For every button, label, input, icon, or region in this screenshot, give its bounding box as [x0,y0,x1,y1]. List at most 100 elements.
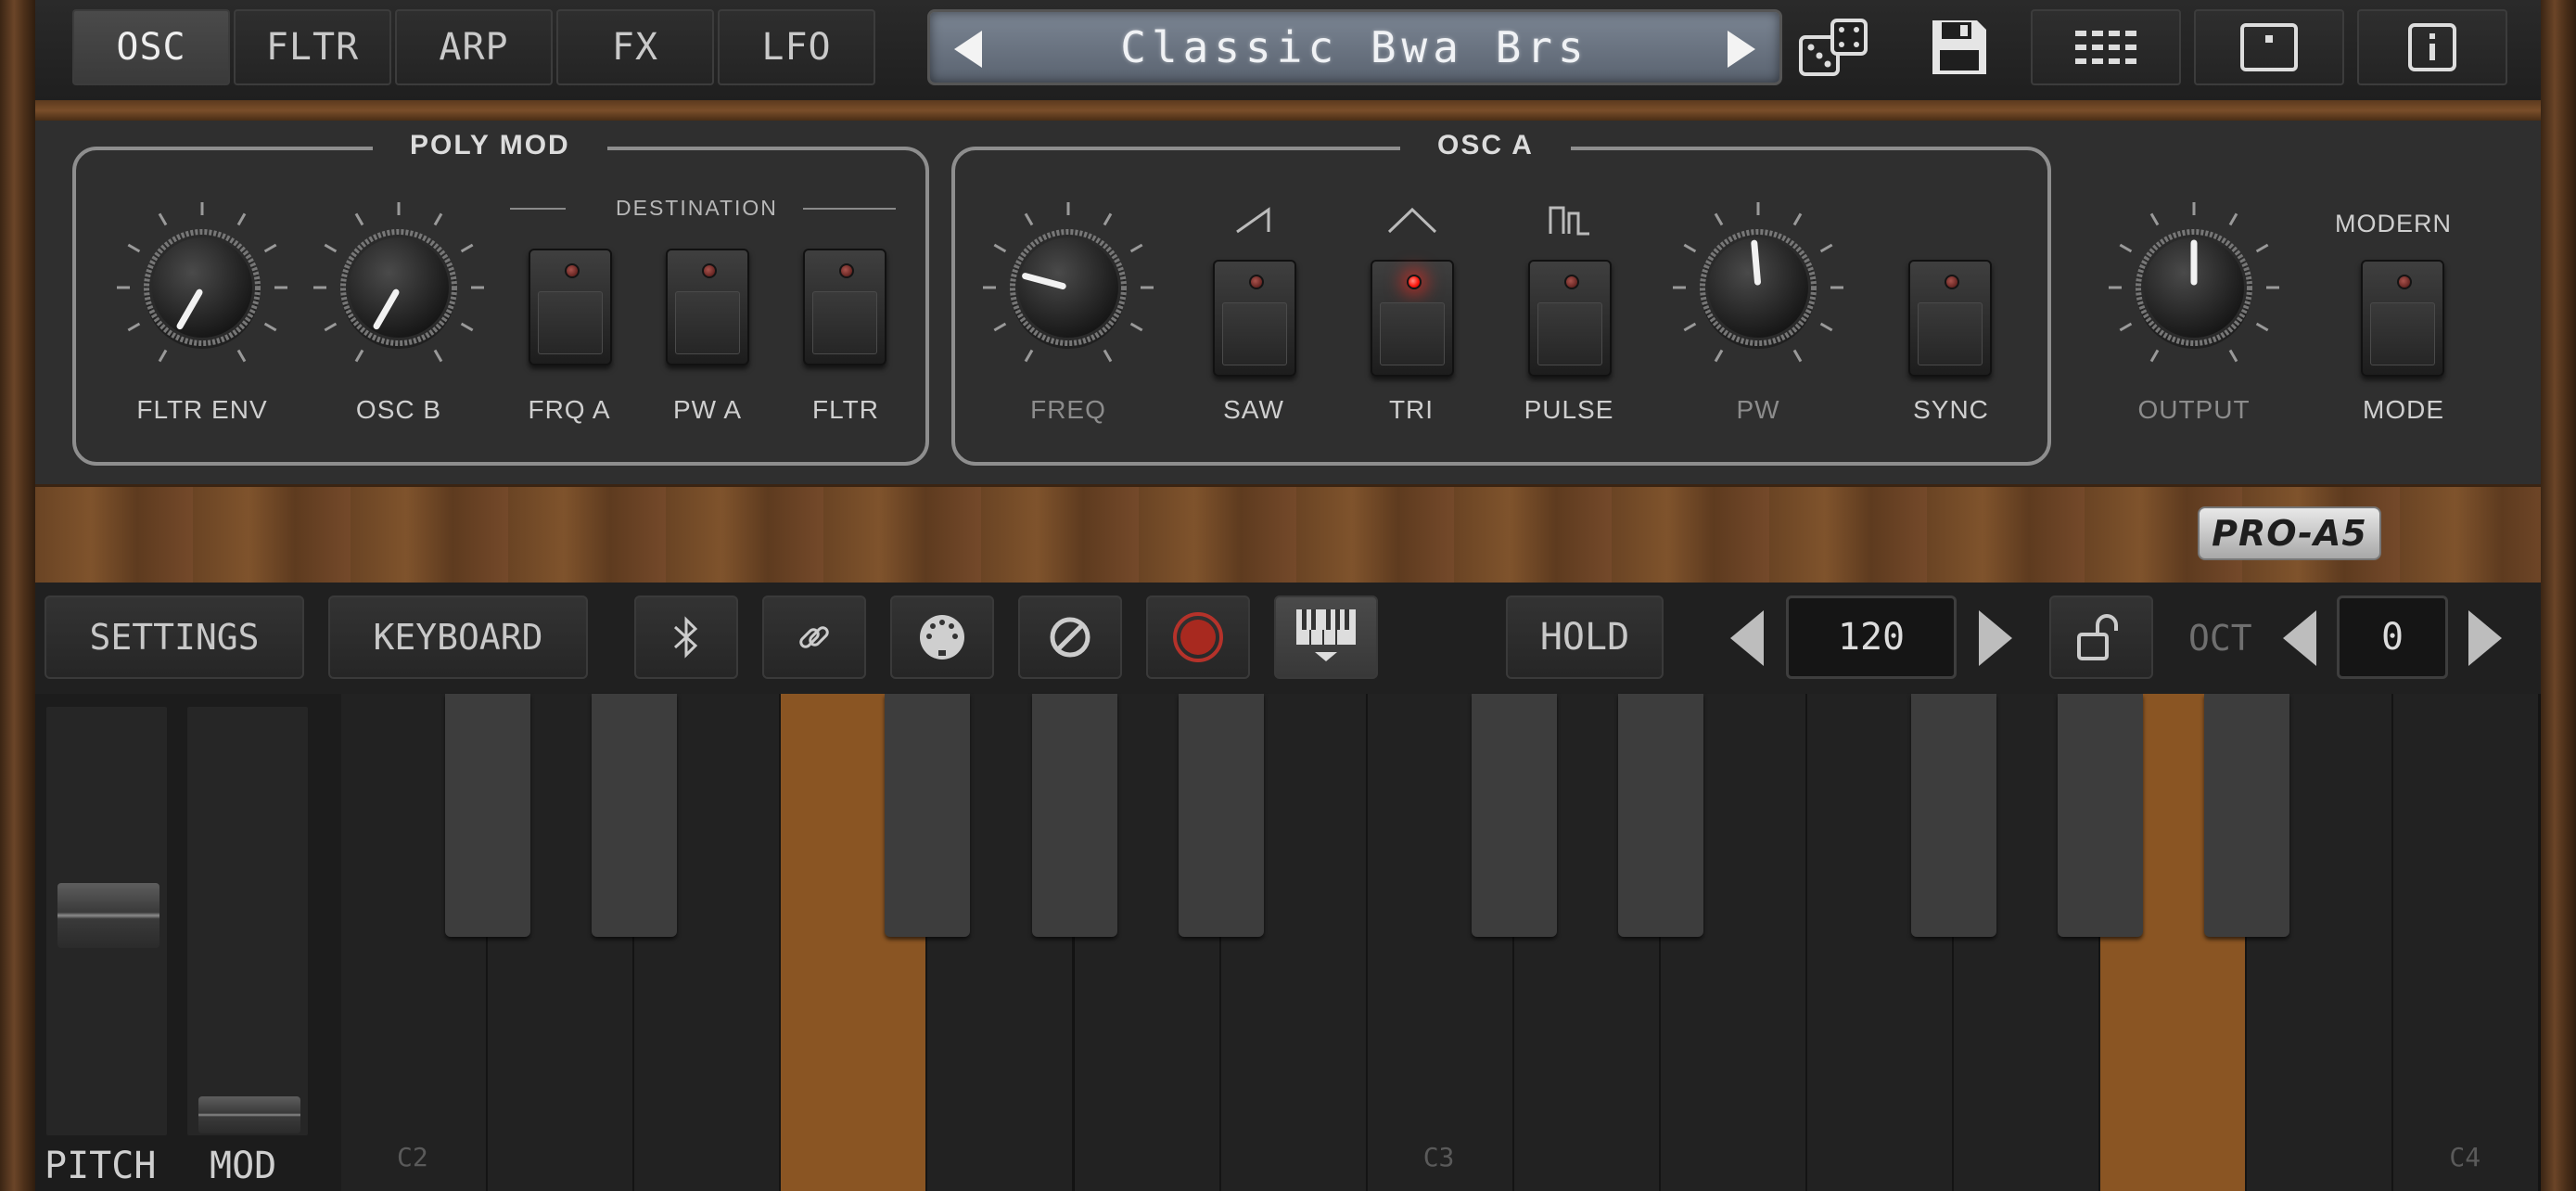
tri-button[interactable] [1371,260,1454,377]
info-button[interactable] [2357,9,2507,85]
destination-line-right [803,208,896,210]
pw-knob[interactable] [1665,202,1851,388]
black-key[interactable] [885,694,971,937]
pw-label: PW [1736,395,1780,424]
pulse-led [1564,275,1579,289]
black-key[interactable] [1617,694,1703,937]
hold-button[interactable]: HOLD [1506,596,1664,679]
section-tabs: OSC FLTR ARP FX LFO [72,9,875,85]
tempo-down-icon[interactable] [1730,610,1764,666]
freq-knob[interactable] [976,202,1161,388]
key-label: C2 [397,1142,428,1172]
oct-label: OCT [2188,618,2252,659]
pw-a-button[interactable] [666,249,749,365]
poly-mod-title: POLY MOD [373,130,607,161]
mode-label: MODE [2363,395,2444,424]
tempo-display[interactable]: 120 [1786,596,1957,679]
mode-button[interactable] [2361,260,2444,377]
mod-wheel-handle[interactable] [198,1096,300,1133]
pulse-label: PULSE [1524,395,1614,424]
saw-wave-icon [1236,207,1270,234]
oct-down-icon[interactable] [2283,610,2316,666]
fltr-env-label: FLTR ENV [136,395,268,424]
grid-button[interactable] [2031,9,2181,85]
tri-led [1407,275,1422,289]
fltr-button[interactable] [803,249,886,365]
sync-button[interactable] [1908,260,1992,377]
key-label: C4 [2449,1142,2481,1172]
window-button[interactable] [2194,9,2344,85]
fltr-label: FLTR [812,395,879,424]
unlock-icon [2077,614,2118,660]
oct-up-icon[interactable] [2468,610,2502,666]
record-icon [1173,612,1223,662]
tab-fx[interactable]: FX [556,9,714,85]
top-bar: OSC FLTR ARP FX LFO Classic Bwa Brs [35,0,2541,100]
block-icon [1050,617,1090,658]
block-button[interactable] [1018,596,1122,679]
info-icon [2408,23,2456,71]
record-button[interactable] [1146,596,1250,679]
tab-osc[interactable]: OSC [72,9,230,85]
black-key[interactable] [2058,694,2144,937]
white-key[interactable]: C4 [2393,694,2541,1191]
wood-side-right [2541,0,2576,1191]
keyboard-icon [1296,609,1356,661]
piano-keyboard[interactable]: C2 C3 C4 [341,694,2541,1191]
pitch-wheel-handle[interactable] [57,883,159,948]
window-icon [2240,23,2298,71]
pw-a-led [702,263,717,278]
lock-button[interactable] [2049,596,2153,679]
pitch-label: PITCH [45,1145,157,1187]
freq-label: FREQ [1030,395,1106,424]
tab-arp[interactable]: ARP [395,9,553,85]
saw-led [1249,275,1264,289]
tempo-up-icon[interactable] [1979,610,2012,666]
keyboard-button[interactable]: KEYBOARD [328,596,588,679]
tab-lfo[interactable]: LFO [718,9,875,85]
fltr-env-knob[interactable] [109,202,295,388]
settings-button[interactable]: SETTINGS [45,596,304,679]
destination-label: DESTINATION [616,196,778,220]
sync-label: SYNC [1913,395,1989,424]
fltr-led [839,263,854,278]
black-key[interactable] [1471,694,1557,937]
dice-icon[interactable] [1797,17,1871,82]
next-preset-icon[interactable] [1728,31,1755,68]
oct-display[interactable]: 0 [2337,596,2448,679]
modern-label: MODERN [2335,210,2452,237]
osc-b-label: OSC B [355,395,442,424]
tab-fltr[interactable]: FLTR [234,9,391,85]
osc-b-knob[interactable] [306,202,491,388]
black-key[interactable] [1911,694,1997,937]
key-label: C3 [1422,1142,1455,1172]
osc-a-title: OSC A [1400,130,1571,161]
black-key[interactable] [445,694,531,937]
triangle-wave-icon [1387,207,1437,234]
preset-display[interactable]: Classic Bwa Brs [927,9,1782,85]
mode-led [2397,275,2412,289]
link-button[interactable] [762,596,866,679]
output-knob[interactable] [2101,202,2287,388]
destination-line-left [510,208,566,210]
pitch-wheel[interactable] [46,707,167,1135]
link-icon [799,626,829,648]
mod-label: MOD [210,1145,277,1187]
save-icon[interactable] [1927,15,1992,80]
black-key[interactable] [2204,694,2290,937]
keyboard-view-button[interactable] [1274,596,1378,679]
bluetooth-icon [673,616,698,659]
saw-button[interactable] [1213,260,1296,377]
black-key[interactable] [1031,694,1117,937]
mod-wheel[interactable] [187,707,308,1135]
bluetooth-button[interactable] [634,596,738,679]
frq-a-button[interactable] [529,249,612,365]
black-key[interactable] [1178,694,1264,937]
midi-icon [920,615,964,660]
grid-icon [2075,31,2136,64]
pro-a5-logo: PRO-A5 [2198,506,2381,560]
wood-strip [35,100,2541,121]
midi-button[interactable] [890,596,994,679]
black-key[interactable] [592,694,678,937]
pulse-button[interactable] [1528,260,1612,377]
